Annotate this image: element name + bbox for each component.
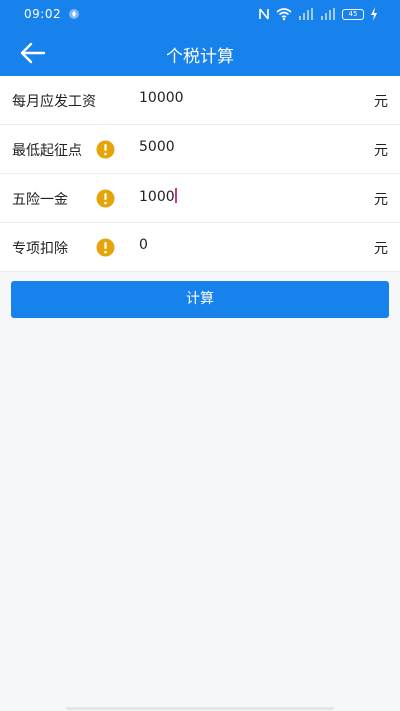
charging-icon bbox=[371, 7, 377, 21]
insurance-label: 五险一金 bbox=[12, 192, 68, 208]
battery-icon: 45 bbox=[342, 8, 364, 20]
salary-input[interactable]: 10000 bbox=[139, 90, 349, 112]
salary-label: 每月应发工资 bbox=[12, 94, 96, 110]
calculate-button[interactable]: 计算 bbox=[11, 281, 389, 318]
form-row-salary: 每月应发工资 10000 元 bbox=[0, 76, 400, 125]
battery-level: 45 bbox=[348, 9, 358, 18]
wifi-icon bbox=[276, 8, 292, 21]
deduction-input[interactable]: 0 bbox=[139, 237, 349, 259]
form-row-threshold: 最低起征点 5000 元 bbox=[0, 125, 400, 174]
status-icons: 45 bbox=[258, 6, 378, 22]
title-bar: 个税计算 bbox=[0, 28, 400, 76]
app-header: 09:02 45 个税计算 bbox=[0, 0, 400, 76]
deduction-label: 专项扣除 bbox=[12, 241, 68, 257]
exclamation-circle-icon[interactable] bbox=[96, 189, 115, 208]
signal-icon-1 bbox=[299, 8, 313, 20]
exclamation-circle-icon[interactable] bbox=[96, 238, 115, 257]
deduction-unit: 元 bbox=[374, 241, 388, 257]
status-time: 09:02 bbox=[24, 7, 62, 21]
nfc-icon bbox=[259, 8, 269, 20]
insurance-value: 1000 bbox=[139, 189, 175, 205]
form-row-insurance: 五险一金 1000 元 bbox=[0, 174, 400, 223]
form-row-deduction: 专项扣除 0 元 bbox=[0, 223, 400, 272]
insurance-unit: 元 bbox=[374, 192, 388, 208]
exclamation-circle-icon[interactable] bbox=[96, 140, 115, 159]
threshold-input[interactable]: 5000 bbox=[139, 139, 349, 161]
threshold-unit: 元 bbox=[374, 143, 388, 159]
signal-icon-2 bbox=[321, 8, 335, 20]
insurance-input[interactable]: 1000 bbox=[139, 188, 349, 210]
status-bar: 09:02 45 bbox=[0, 0, 400, 28]
threshold-label: 最低起征点 bbox=[12, 143, 82, 159]
tax-form: 每月应发工资 10000 元 最低起征点 5000 元 五险一金 1000 元 … bbox=[0, 76, 400, 272]
salary-unit: 元 bbox=[374, 94, 388, 110]
app-notification-icon bbox=[69, 9, 79, 19]
home-indicator[interactable] bbox=[66, 707, 334, 710]
text-caret bbox=[174, 188, 177, 203]
page-title: 个税计算 bbox=[166, 47, 234, 67]
